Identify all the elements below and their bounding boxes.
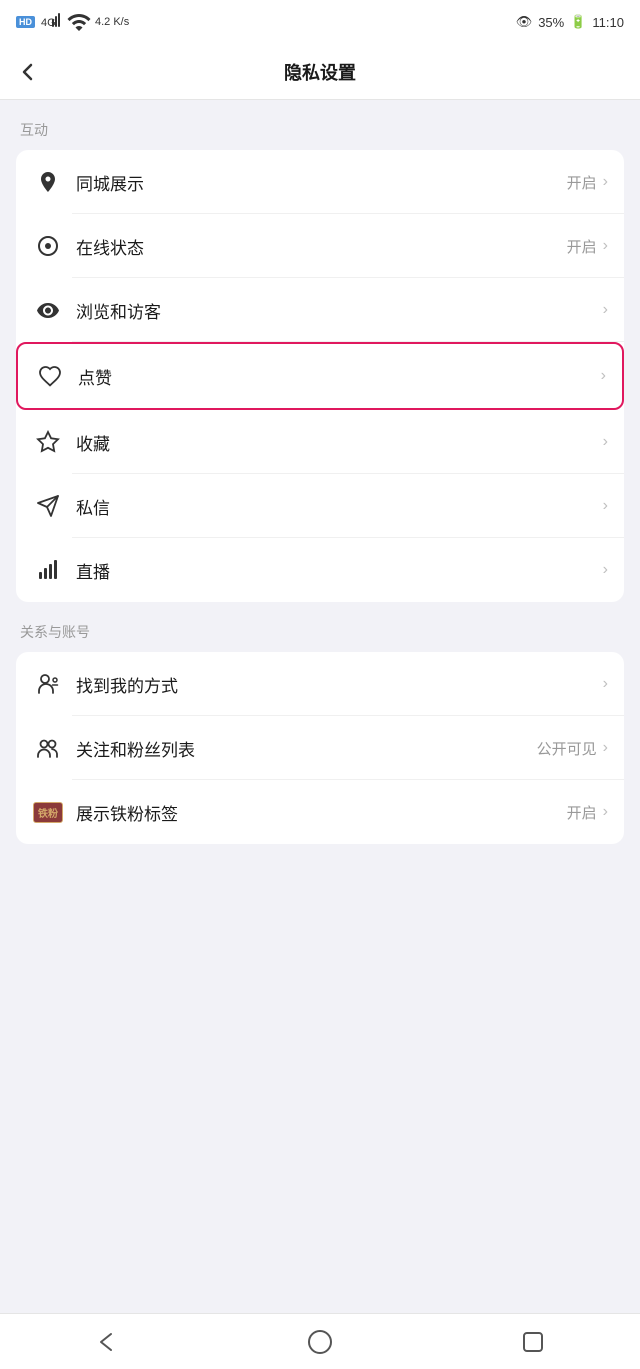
follow-fans-icon (32, 732, 64, 764)
eye-icon (32, 294, 64, 326)
speed-indicator: 4.2 K/s (95, 16, 129, 28)
menu-card-1: 找到我的方式›关注和粉丝列表公开可见›铁粉展示铁粉标签开启› (16, 652, 624, 844)
menu-text-same-city: 同城展示 (76, 170, 567, 195)
menu-value-online-status: 开启 (567, 236, 597, 257)
hd-badge: HD (16, 16, 35, 28)
menu-arrow-same-city: › (603, 173, 608, 191)
iron-fan-icon: 铁粉 (32, 796, 64, 828)
section-1: 关系与账号找到我的方式›关注和粉丝列表公开可见›铁粉展示铁粉标签开启› (0, 622, 640, 844)
page-title: 隐私设置 (284, 59, 356, 85)
wifi-icon (67, 9, 91, 36)
menu-text-collect: 收藏 (76, 430, 603, 455)
menu-card-0: 同城展示开启›在线状态开启›浏览和访客›点赞›收藏›私信›直播› (16, 150, 624, 602)
nav-recent-button[interactable] (509, 1318, 557, 1366)
menu-item-online-status[interactable]: 在线状态开启 › (16, 214, 624, 278)
nav-home-button[interactable] (296, 1318, 344, 1366)
menu-arrow-iron-fan: › (603, 803, 608, 821)
page-header: 隐私设置 (0, 44, 640, 100)
menu-text-live: 直播 (76, 558, 603, 583)
menu-value-follow-fans: 公开可见 (537, 738, 597, 759)
heart-icon (34, 360, 66, 392)
menu-item-message[interactable]: 私信› (16, 474, 624, 538)
menu-value-same-city: 开启 (567, 172, 597, 193)
menu-arrow-browse-visitor: › (603, 301, 608, 319)
battery-icon: 🔋 (570, 14, 586, 30)
menu-item-same-city[interactable]: 同城展示开启 › (16, 150, 624, 214)
menu-item-collect[interactable]: 收藏› (16, 410, 624, 474)
menu-arrow-find-me: › (603, 675, 608, 693)
network-indicator: 4G (39, 9, 63, 36)
menu-arrow-collect: › (603, 433, 608, 451)
star-icon (32, 426, 64, 458)
nav-back-button[interactable] (83, 1318, 131, 1366)
menu-item-likes[interactable]: 点赞› (18, 344, 622, 408)
menu-arrow-online-status: › (603, 237, 608, 255)
location-icon (32, 166, 64, 198)
bottom-nav-bar (0, 1313, 640, 1369)
menu-arrow-live: › (603, 561, 608, 579)
menu-arrow-message: › (603, 497, 608, 515)
clock: 11:10 (592, 15, 624, 30)
live-icon (32, 554, 64, 586)
highlighted-wrapper: 点赞› (16, 342, 624, 410)
menu-text-find-me: 找到我的方式 (76, 672, 603, 697)
section-label-1: 关系与账号 (0, 622, 640, 652)
section-0: 互动同城展示开启›在线状态开启›浏览和访客›点赞›收藏›私信›直播› (0, 120, 640, 602)
menu-arrow-likes: › (601, 367, 606, 385)
find-person-icon (32, 668, 64, 700)
menu-item-follow-fans[interactable]: 关注和粉丝列表公开可见 › (16, 716, 624, 780)
back-button[interactable] (16, 60, 40, 84)
menu-item-live[interactable]: 直播› (16, 538, 624, 602)
battery-level: 35% (538, 15, 564, 30)
message-icon (32, 490, 64, 522)
menu-item-browse-visitor[interactable]: 浏览和访客› (16, 278, 624, 342)
eye-icon: 👁 (516, 14, 533, 30)
section-label-0: 互动 (0, 120, 640, 150)
menu-text-iron-fan: 展示铁粉标签 (76, 800, 567, 825)
menu-text-likes: 点赞 (78, 364, 601, 389)
menu-arrow-follow-fans: › (603, 739, 608, 757)
menu-text-follow-fans: 关注和粉丝列表 (76, 736, 537, 761)
menu-item-iron-fan[interactable]: 铁粉展示铁粉标签开启 › (16, 780, 624, 844)
status-right: 👁 35% 🔋 11:10 (516, 14, 624, 30)
online-icon (32, 230, 64, 262)
status-left: HD 4G 4.2 K/s (16, 9, 129, 36)
menu-text-message: 私信 (76, 494, 603, 519)
menu-value-iron-fan: 开启 (567, 802, 597, 823)
status-bar: HD 4G 4.2 K/s 👁 35% 🔋 11:10 (0, 0, 640, 44)
menu-text-browse-visitor: 浏览和访客 (76, 298, 603, 323)
menu-text-online-status: 在线状态 (76, 234, 567, 259)
menu-item-find-me[interactable]: 找到我的方式› (16, 652, 624, 716)
